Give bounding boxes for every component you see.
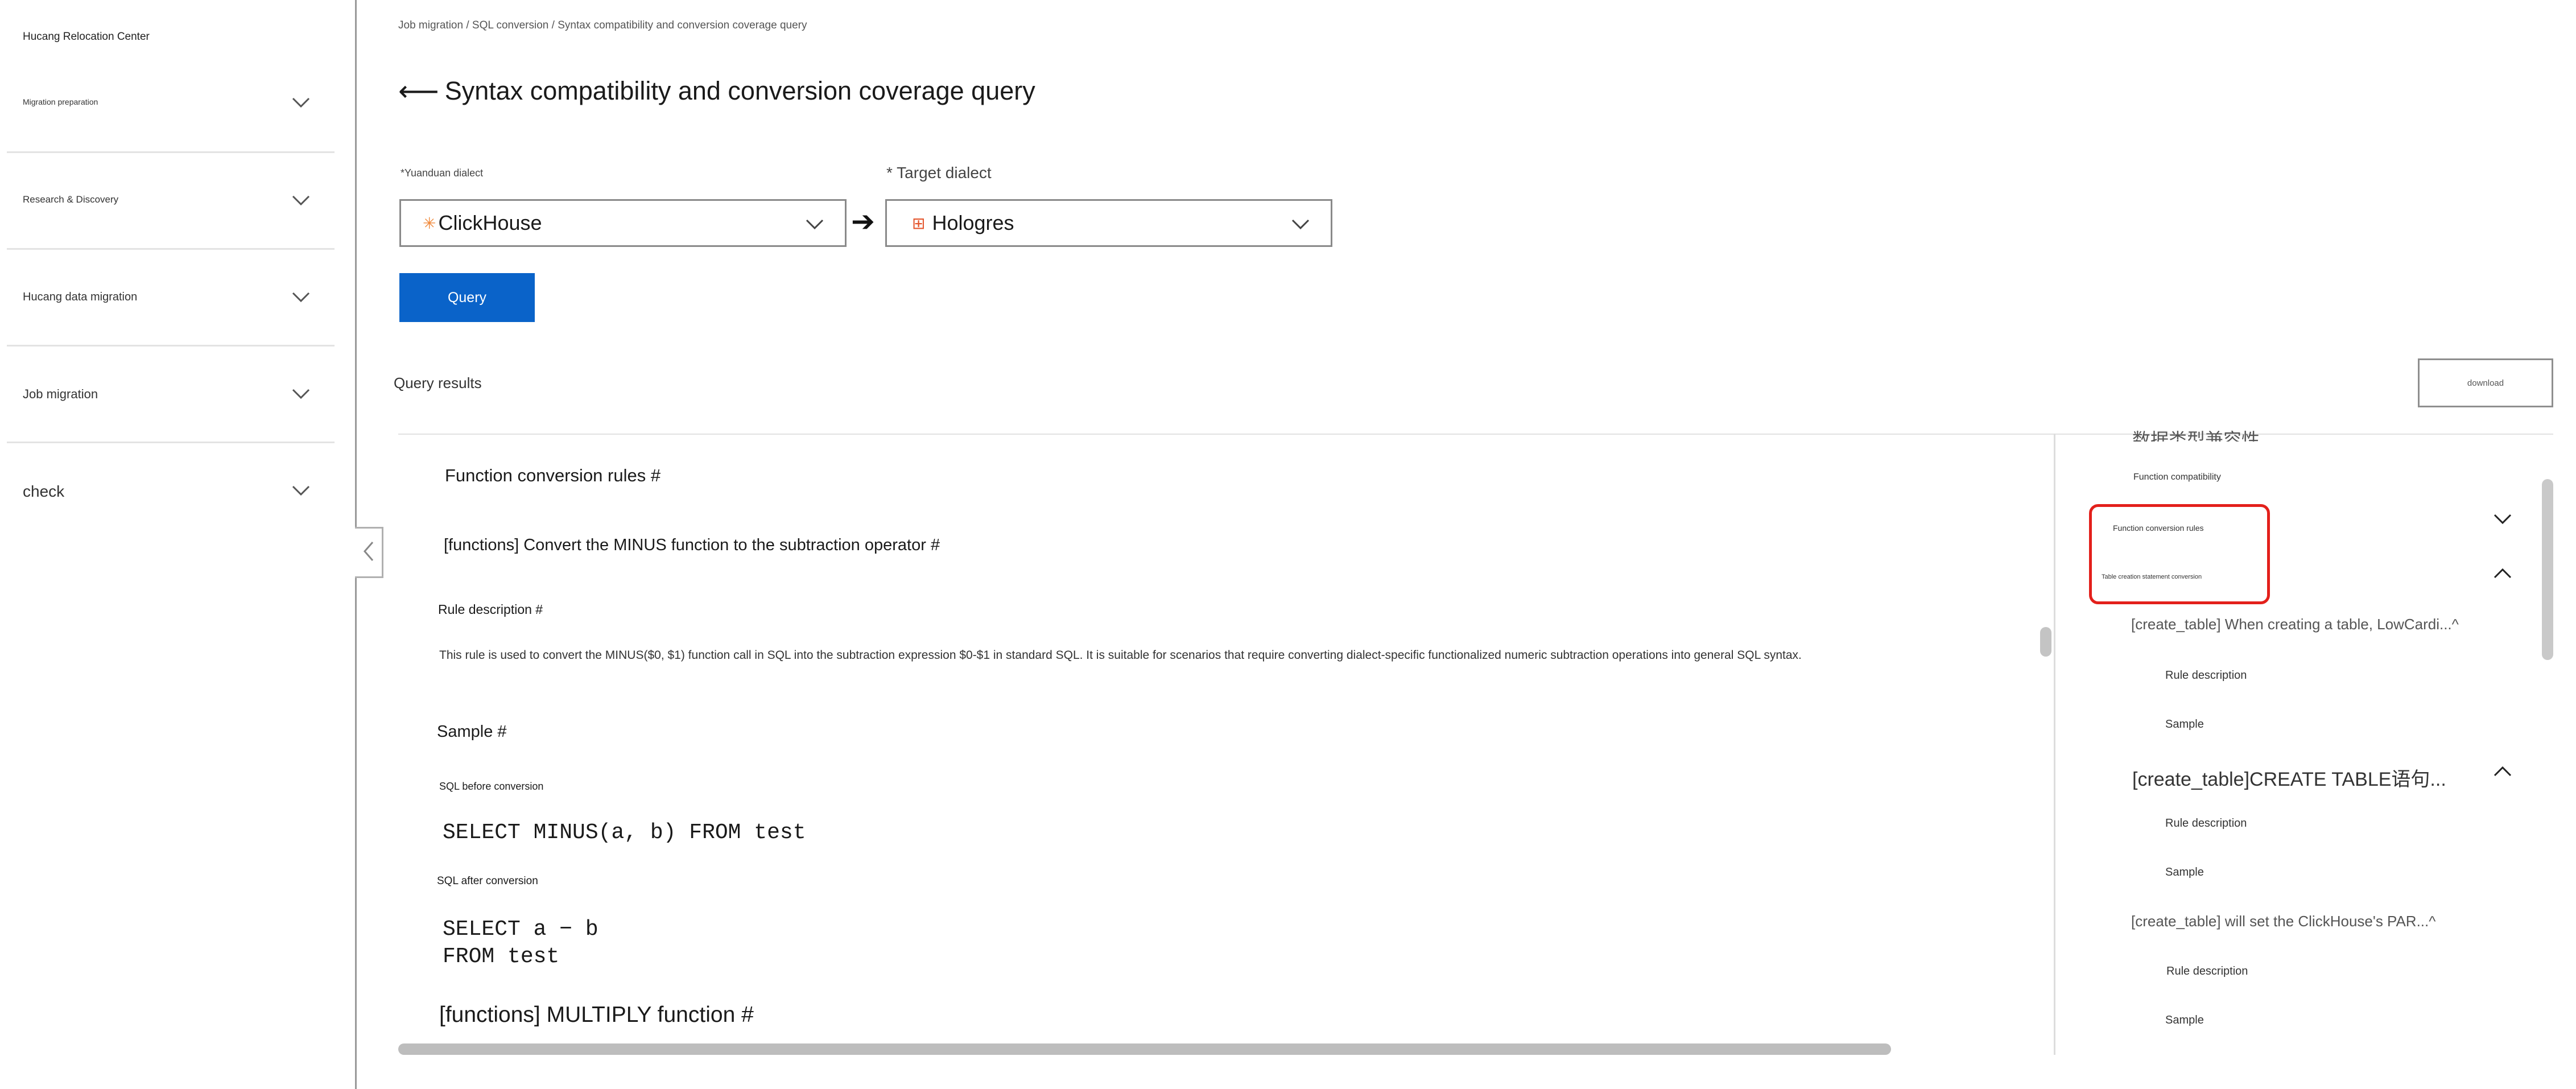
- chevron-down-icon: [804, 213, 825, 234]
- sidebar-item-label: Research & Discovery: [23, 194, 119, 205]
- sidebar: Hucang Relocation Center Migration prepa…: [0, 0, 357, 1089]
- query-results-label: Query results: [394, 374, 482, 391]
- sidebar-item-research-discovery[interactable]: Research & Discovery: [7, 151, 335, 250]
- chevron-down-icon: [290, 479, 312, 501]
- sql-after-code-line: FROM test: [443, 944, 560, 969]
- highlight-box: [2089, 504, 2270, 604]
- toc-subitem-sample[interactable]: Sample: [2165, 1014, 2204, 1027]
- section-heading: Function conversion rules #: [445, 465, 661, 485]
- chevron-down-icon: [1290, 213, 1311, 234]
- toc-item-table-creation[interactable]: Table creation statement conversion: [2102, 574, 2202, 580]
- rule-title: [functions] MULTIPLY function #: [439, 1003, 754, 1027]
- toc-scrollbar[interactable]: [2542, 479, 2553, 660]
- sidebar-item-job-migration[interactable]: Job migration: [7, 345, 335, 443]
- toc-item-function-compatibility[interactable]: Function compatibility: [2133, 472, 2221, 482]
- sidebar-item-migration-preparation[interactable]: Migration preparation: [7, 55, 335, 153]
- chevron-down-icon: [290, 286, 312, 307]
- sql-after-code-line: SELECT a − b: [443, 917, 598, 942]
- target-dialect-value: Hologres: [932, 211, 1014, 234]
- chevron-down-icon: [290, 91, 312, 113]
- toc-subitem-sample[interactable]: Sample: [2165, 866, 2204, 879]
- sidebar-item-label: Hucang data migration: [23, 291, 138, 303]
- rule-description-text: This rule is used to convert the MINUS($…: [439, 649, 1802, 662]
- sidebar-item-hucang-data-migration[interactable]: Hucang data migration: [7, 248, 335, 346]
- sample-heading: Sample #: [437, 723, 507, 741]
- sql-before-label: SQL before conversion: [439, 781, 544, 792]
- target-dialect-select[interactable]: ⊞ Hologres: [885, 199, 1332, 247]
- page-title-text: Syntax compatibility and conversion cove…: [444, 76, 1035, 105]
- arrow-right-icon: ➔: [851, 205, 875, 237]
- query-button[interactable]: Query: [399, 273, 535, 322]
- page-title: ⟵ Syntax compatibility and conversion co…: [398, 76, 1035, 106]
- chevron-up-icon[interactable]: [2492, 563, 2513, 585]
- toc-subitem-rule-description[interactable]: Rule description: [2165, 817, 2247, 830]
- sidebar-collapse-button[interactable]: [355, 527, 383, 578]
- clickhouse-icon: ✳: [423, 214, 436, 232]
- sql-after-label: SQL after conversion: [437, 875, 538, 887]
- toc-item-function-conversion-rules[interactable]: Function conversion rules: [2113, 523, 2204, 533]
- back-arrow-icon[interactable]: ⟵: [398, 77, 439, 105]
- toc-item-create-table[interactable]: [create_table] When creating a table, Lo…: [2131, 616, 2459, 633]
- sql-before-code: SELECT MINUS(a, b) FROM test: [443, 820, 806, 845]
- sidebar-item-label: check: [23, 482, 65, 500]
- toc-subitem-rule-description[interactable]: Rule description: [2165, 669, 2247, 682]
- content-scrollbar[interactable]: [2040, 627, 2051, 657]
- source-dialect-select[interactable]: ✳ ClickHouse: [399, 199, 847, 247]
- download-button[interactable]: download: [2418, 358, 2553, 407]
- breadcrumb: Job migration / SQL conversion / Syntax …: [398, 19, 807, 31]
- chevron-up-icon[interactable]: [2492, 761, 2513, 783]
- source-dialect-value: ClickHouse: [438, 211, 542, 234]
- source-dialect-label: *Yuanduan dialect: [401, 167, 484, 179]
- sidebar-item-check[interactable]: check: [7, 442, 335, 538]
- toc-subitem-sample[interactable]: Sample: [2165, 718, 2204, 731]
- toc-item-create-table[interactable]: [create_table]CREATE TABLE语句...: [2132, 764, 2446, 791]
- toc-item-create-table[interactable]: [create_table] will set the ClickHouse's…: [2131, 913, 2435, 930]
- horizontal-scrollbar[interactable]: [398, 1043, 1891, 1055]
- sidebar-title: Hucang Relocation Center: [23, 31, 150, 43]
- toc-subitem-rule-description[interactable]: Rule description: [2166, 965, 2248, 978]
- toc-item-partial[interactable]: 数据类型兼容性: [2132, 420, 2260, 442]
- chevron-down-icon[interactable]: [2492, 508, 2513, 529]
- rule-title: [functions] Convert the MINUS function t…: [444, 536, 940, 554]
- chevron-down-icon: [290, 382, 312, 404]
- hologres-icon: ⊞: [912, 214, 926, 232]
- panel-divider: [2054, 434, 2055, 1055]
- sidebar-item-label: Job migration: [23, 387, 98, 401]
- sidebar-item-label: Migration preparation: [23, 97, 98, 106]
- target-dialect-label: * Target dialect: [886, 164, 992, 182]
- chevron-down-icon: [290, 189, 312, 211]
- rule-description-heading: Rule description #: [438, 602, 543, 617]
- chevron-left-icon: [362, 540, 375, 566]
